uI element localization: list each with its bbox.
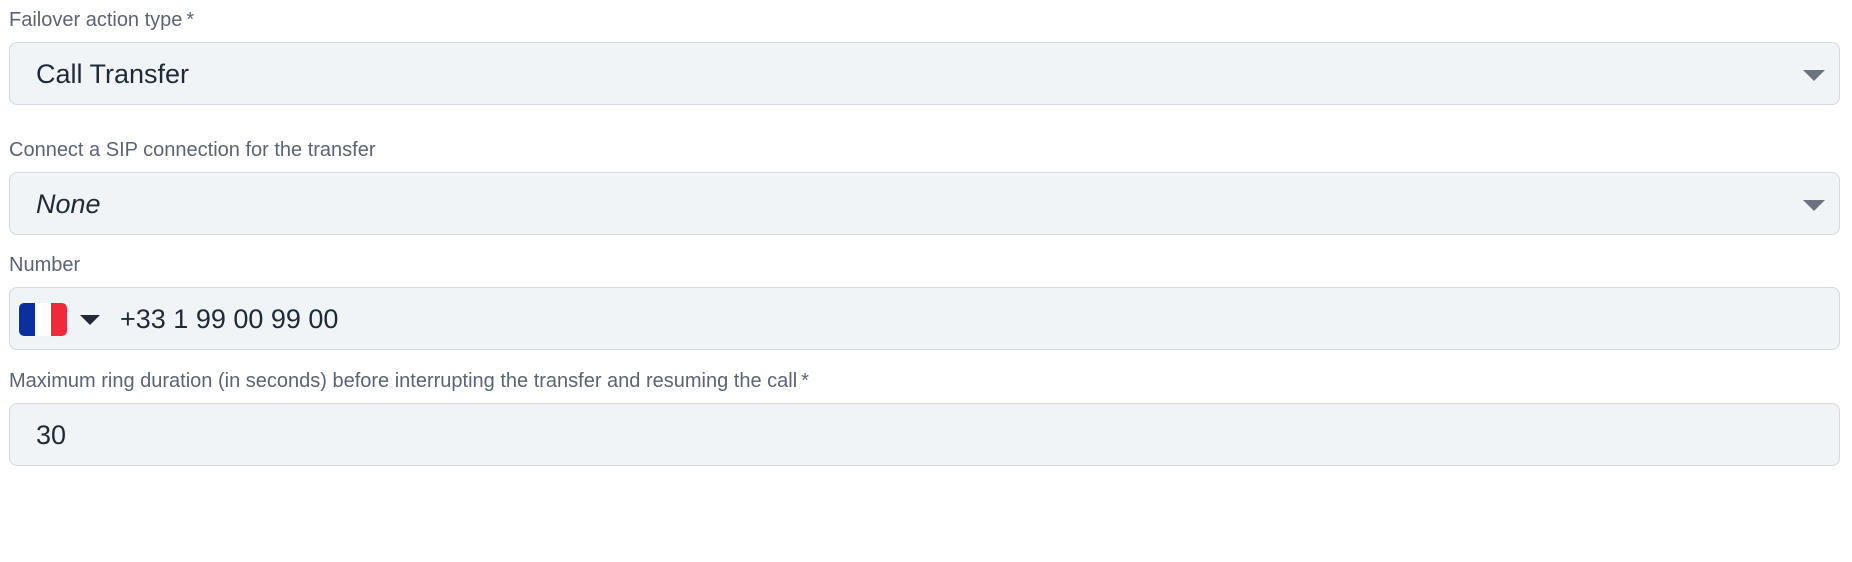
failover-action-value: Call Transfer <box>36 59 190 89</box>
failover-action-label-text: Failover action type <box>9 9 183 31</box>
sip-connection-label-text: Connect a SIP connection for the transfe… <box>9 139 376 161</box>
ring-duration-label-text: Maximum ring duration (in seconds) befor… <box>9 370 798 392</box>
number-label: Number <box>9 253 80 277</box>
required-mark: * <box>801 370 809 392</box>
ring-duration-value[interactable]: 30 <box>36 404 66 467</box>
phone-number-input[interactable]: +33 1 99 00 99 00 <box>120 288 338 351</box>
sip-connection-label: Connect a SIP connection for the transfe… <box>9 138 376 162</box>
phone-number-field[interactable]: +33 1 99 00 99 00 <box>9 287 1840 350</box>
number-label-text: Number <box>9 254 81 276</box>
ring-duration-input[interactable]: 30 <box>9 403 1840 466</box>
failover-action-select[interactable]: Call Transfer <box>9 42 1840 105</box>
chevron-down-icon[interactable] <box>1803 200 1825 211</box>
ring-duration-label: Maximum ring duration (in seconds) befor… <box>9 369 809 393</box>
sip-connection-select[interactable]: None <box>9 172 1840 235</box>
france-flag-icon[interactable] <box>19 303 67 336</box>
failover-action-label: Failover action type * <box>9 8 194 32</box>
sip-connection-value: None <box>36 189 101 219</box>
country-dropdown-caret-icon[interactable] <box>80 315 100 325</box>
chevron-down-icon[interactable] <box>1803 70 1825 81</box>
required-mark: * <box>186 9 195 31</box>
